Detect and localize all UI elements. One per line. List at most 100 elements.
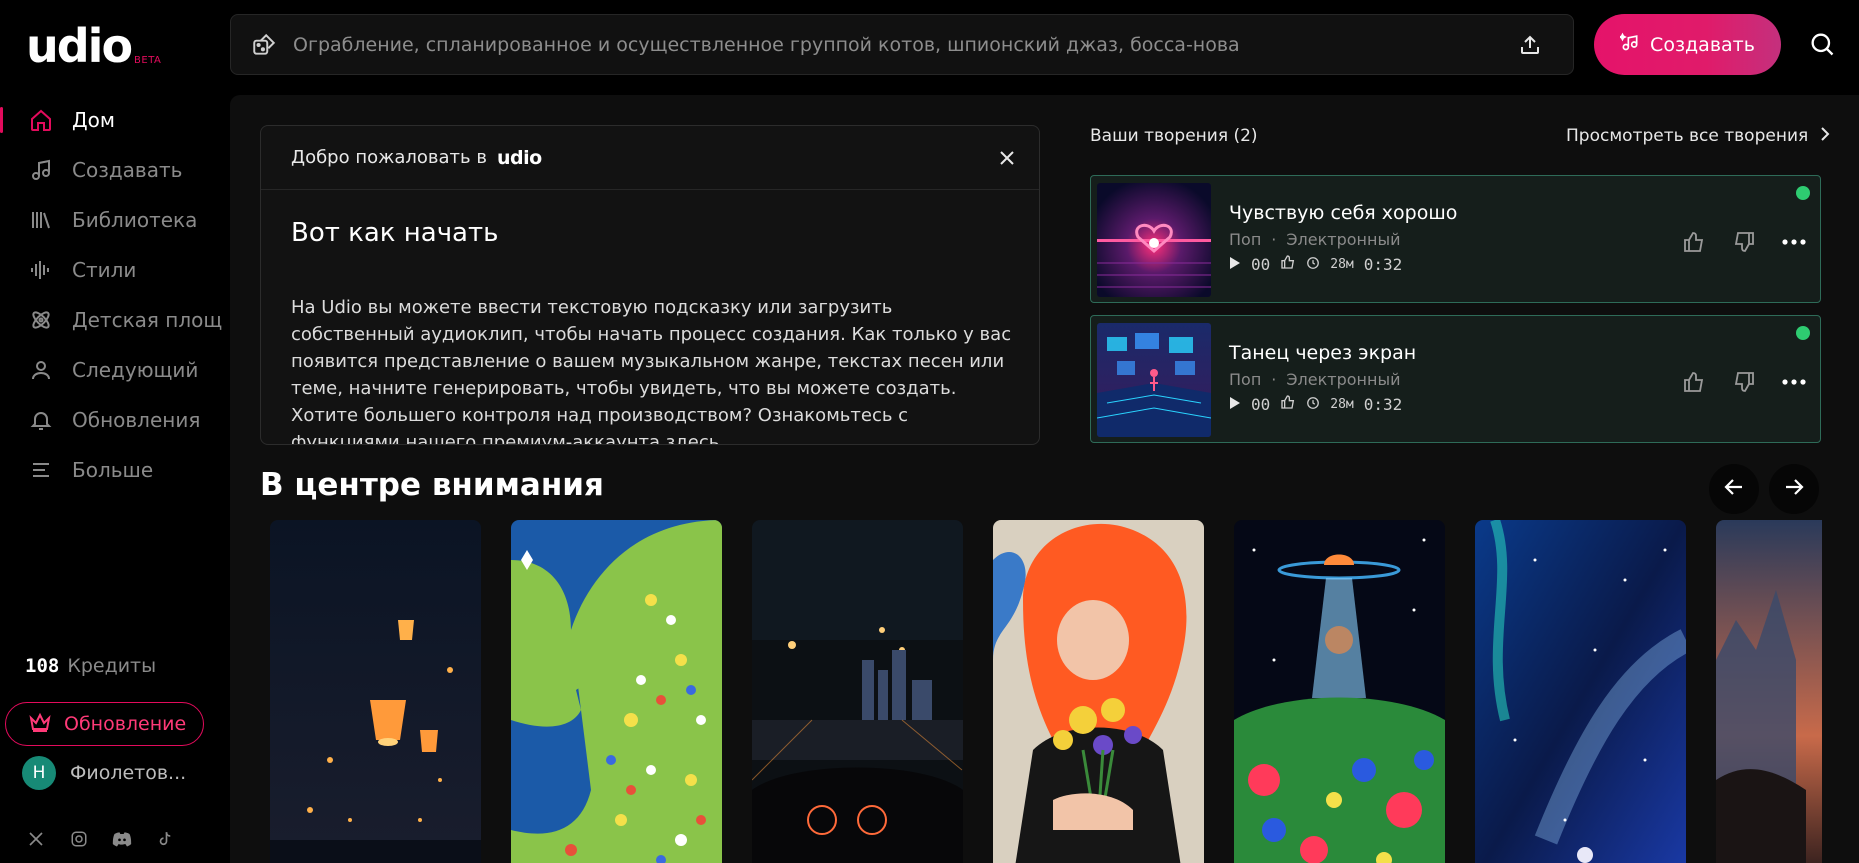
dislike-icon[interactable] — [1730, 368, 1758, 396]
more-icon[interactable] — [1780, 228, 1808, 256]
beta-badge: BETA — [134, 55, 162, 66]
track-tags: Поп · Электронный — [1229, 230, 1401, 249]
welcome-heading: Добро пожаловать в — [291, 147, 487, 168]
track-actions — [1680, 368, 1808, 396]
nav-item-library[interactable]: Библиотека — [0, 195, 228, 245]
crown-icon — [28, 711, 52, 737]
upload-icon[interactable] — [1515, 30, 1545, 60]
x-icon[interactable] — [25, 828, 47, 850]
track-stats: 00 28м 0:32 — [1229, 254, 1402, 274]
genre-tag[interactable]: Поп — [1229, 370, 1261, 389]
carousel-prev-button[interactable] — [1709, 464, 1759, 514]
chevron-right-icon — [1820, 126, 1830, 146]
spotlight-card[interactable] — [1234, 520, 1445, 863]
track-cover[interactable] — [1097, 323, 1211, 437]
create-button[interactable]: Создавать — [1594, 14, 1781, 75]
clock-icon — [1306, 255, 1320, 274]
upgrade-button[interactable]: Обновление — [5, 702, 204, 746]
arrow-left-icon — [1722, 475, 1746, 503]
track-actions — [1680, 228, 1808, 256]
dislike-icon[interactable] — [1730, 228, 1758, 256]
atom-icon — [28, 307, 54, 333]
spotlight-card[interactable] — [993, 520, 1204, 863]
spotlight-card[interactable] — [1716, 520, 1822, 863]
track-tags: Поп · Электронный — [1229, 370, 1401, 389]
track-duration: 0:32 — [1363, 394, 1403, 414]
spotlight-card[interactable] — [270, 520, 481, 863]
track-title[interactable]: Танец через экран — [1229, 342, 1416, 364]
nav-item-updates[interactable]: Обновления — [0, 395, 228, 445]
premium-link[interactable]: здесь — [666, 432, 720, 444]
track-cover[interactable] — [1097, 183, 1211, 297]
style-tag[interactable]: Электронный — [1286, 230, 1400, 249]
play-icon[interactable] — [1229, 395, 1241, 414]
welcome-brand: udio — [496, 146, 542, 169]
user-menu[interactable]: Н Фиолетов... — [22, 756, 186, 790]
track-card[interactable]: Чувствую себя хорошо Поп · Электронный 0… — [1090, 175, 1821, 303]
like-icon[interactable] — [1680, 368, 1708, 396]
nav-item-home[interactable]: Дом — [0, 95, 228, 145]
like-small-icon — [1280, 254, 1296, 274]
sidebar: udio BETA Дом Создавать Библиотека Стили… — [0, 0, 228, 863]
nav-label: Детская площ — [72, 308, 223, 332]
like-icon[interactable] — [1680, 228, 1708, 256]
credits: 108 Кредиты — [25, 655, 156, 677]
view-all-creations-link[interactable]: Просмотреть все творения — [1566, 126, 1830, 146]
track-card[interactable]: Танец через экран Поп · Электронный 00 2… — [1090, 315, 1821, 443]
udio-logo[interactable]: udio BETA — [26, 20, 161, 70]
more-icon[interactable] — [1780, 368, 1808, 396]
tag-separator: · — [1271, 370, 1277, 389]
nav-label: Обновления — [72, 408, 201, 432]
track-age: 28м — [1330, 256, 1354, 272]
welcome-body: На Udio вы можете ввести текстовую подск… — [291, 294, 1021, 445]
play-icon[interactable] — [1229, 255, 1241, 274]
welcome-header: Добро пожаловать в udio — [261, 126, 1039, 190]
track-age: 28м — [1330, 396, 1354, 412]
tag-separator: · — [1271, 230, 1277, 249]
carousel-next-button[interactable] — [1769, 464, 1819, 514]
view-all-label: Просмотреть все творения — [1566, 126, 1809, 146]
nav-label: Библиотека — [72, 208, 198, 232]
bell-icon — [28, 407, 54, 433]
waveform-icon — [28, 257, 54, 283]
style-tag[interactable]: Электронный — [1286, 370, 1400, 389]
dice-icon[interactable] — [249, 30, 279, 60]
library-icon — [28, 207, 54, 233]
nav-item-playground[interactable]: Детская площ — [0, 295, 228, 345]
track-stats: 00 28м 0:32 — [1229, 394, 1402, 414]
spotlight-card[interactable] — [1475, 520, 1686, 863]
arrow-right-icon — [1782, 475, 1806, 503]
upgrade-label: Обновление — [64, 713, 187, 735]
nav-item-create[interactable]: Создавать — [0, 145, 228, 195]
welcome-card: Добро пожаловать в udio Вот как начать Н… — [260, 125, 1040, 445]
nav-label: Дом — [72, 108, 115, 132]
status-dot — [1796, 186, 1810, 200]
track-title[interactable]: Чувствую себя хорошо — [1229, 202, 1457, 224]
genre-tag[interactable]: Поп — [1229, 230, 1261, 249]
tiktok-icon[interactable] — [154, 828, 176, 850]
close-icon[interactable] — [995, 146, 1019, 170]
menu-icon — [28, 457, 54, 483]
track-duration: 0:32 — [1363, 254, 1403, 274]
spotlight-card[interactable] — [752, 520, 963, 863]
credits-count: 108 — [25, 655, 60, 677]
welcome-text: На Udio вы можете ввести текстовую подск… — [291, 297, 1012, 445]
prompt-bar — [230, 14, 1574, 75]
nav-label: Следующий — [72, 358, 199, 382]
discord-icon[interactable] — [111, 828, 133, 850]
nav-item-more[interactable]: Больше — [0, 445, 228, 495]
user-name: Фиолетов... — [70, 762, 187, 784]
prompt-input[interactable] — [293, 33, 1515, 56]
welcome-title: Вот как начать — [291, 218, 499, 248]
like-small-icon — [1280, 394, 1296, 414]
instagram-icon[interactable] — [68, 828, 90, 850]
nav-item-following[interactable]: Следующий — [0, 345, 228, 395]
welcome-period: . — [719, 432, 726, 445]
nav-item-styles[interactable]: Стили — [0, 245, 228, 295]
social-links — [25, 828, 176, 850]
home-icon — [28, 107, 54, 133]
creations-title: Ваши творения (2) — [1090, 126, 1258, 146]
search-icon[interactable] — [1805, 27, 1839, 61]
status-dot — [1796, 326, 1810, 340]
spotlight-card[interactable] — [511, 520, 722, 863]
